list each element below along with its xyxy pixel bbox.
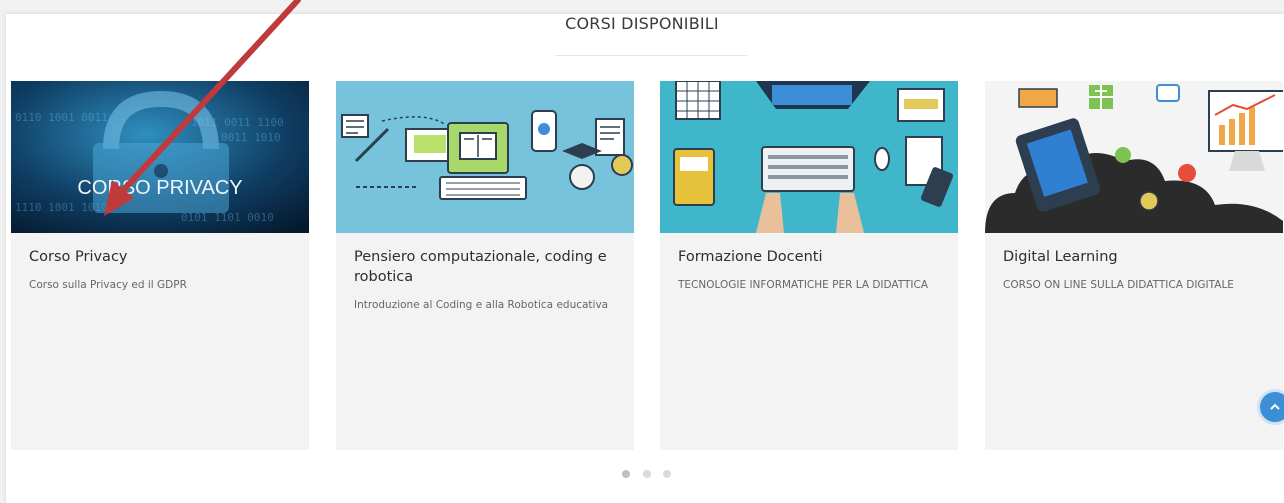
course-card-formazione[interactable]: Formazione Docenti TECNOLOGIE INFORMATIC… [660,81,958,450]
course-description: Corso sulla Privacy ed il GDPR [29,279,187,291]
svg-text:0011 1010: 0011 1010 [221,131,281,144]
course-title[interactable]: Formazione Docenti [678,247,940,267]
course-card-privacy[interactable]: 0110 1001 0011 1011 0011 1100 0011 1010 … [11,81,309,450]
course-description: CORSO ON LINE SULLA DIDATTICA DIGITALE [1003,279,1234,291]
course-image-caption: CORSO PRIVACY [77,177,242,199]
svg-text:0110 1001 0011: 0110 1001 0011 [15,111,108,124]
course-description: Introduzione al Coding e alla Robotica e… [354,299,609,311]
carousel-dot-3[interactable] [663,470,671,478]
course-title[interactable]: Pensiero computazionale, coding e roboti… [354,247,616,287]
chevron-up-icon [1270,403,1280,410]
course-image-digital-learning[interactable] [985,81,1283,233]
carousel-dot-1[interactable] [622,470,630,478]
carousel-dot-2[interactable] [643,470,651,478]
section-title: CORSI DISPONIBILI [565,14,719,33]
course-title[interactable]: Corso Privacy [29,247,291,267]
course-card-digital-learning[interactable]: Digital Learning CORSO ON LINE SULLA DID… [985,81,1283,450]
course-image-coding[interactable] [336,81,634,233]
course-card-coding[interactable]: Pensiero computazionale, coding e roboti… [336,81,634,450]
course-image-formazione[interactable] [660,81,958,233]
course-image-privacy[interactable]: 0110 1001 0011 1011 0011 1100 0011 1010 … [11,81,309,233]
course-title[interactable]: Digital Learning [1003,247,1265,267]
title-underline [555,55,747,56]
course-description: TECNOLOGIE INFORMATICHE PER LA DIDATTICA [678,279,929,291]
